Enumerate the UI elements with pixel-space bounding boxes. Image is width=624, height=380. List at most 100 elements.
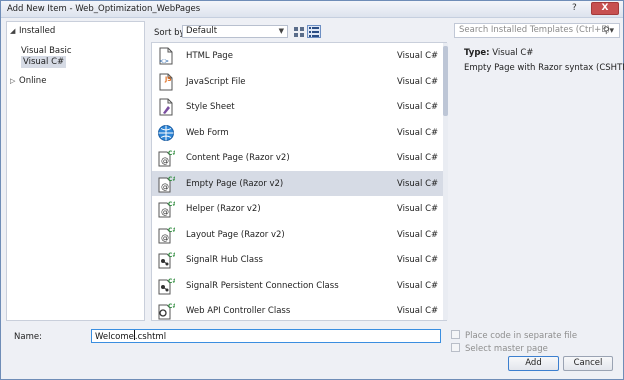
web-api-icon: C#	[157, 302, 177, 320]
templates-scrollbar[interactable]	[443, 43, 448, 320]
tree-node-visual-csharp-label: Visual C#	[23, 57, 65, 67]
template-language: Visual C#	[397, 255, 439, 265]
razor-page-icon: @C#	[157, 149, 177, 167]
add-new-item-dialog: Add New Item - Web_Optimization_WebPages…	[0, 0, 624, 380]
razor-page-icon: @C#	[157, 175, 177, 193]
template-language: Visual C#	[397, 280, 439, 291]
name-input[interactable]: Welcome.cshtml	[91, 329, 441, 343]
template-item[interactable]: <> HTML Page Visual C#	[152, 43, 443, 69]
svg-text:@: @	[161, 233, 169, 242]
template-name: JavaScript File	[186, 76, 246, 87]
place-code-separate-label: Place code in separate file	[465, 331, 578, 341]
template-item[interactable]: @C# Layout Page (Razor v2) Visual C#	[152, 222, 443, 248]
tree-node-installed[interactable]: ◢ Installed	[10, 25, 55, 37]
expanded-arrow-icon[interactable]: ◢	[10, 25, 19, 37]
template-item[interactable]: C# Web API Controller Class Visual C#	[152, 298, 443, 320]
cancel-button[interactable]: Cancel	[563, 356, 613, 371]
template-name: SignalR Persistent Connection Class	[186, 280, 339, 291]
svg-text:JS: JS	[164, 76, 172, 83]
templates-list: <> HTML Page Visual C# JS JavaScript File Vis…	[151, 42, 447, 321]
name-label: Name:	[14, 332, 42, 342]
template-description: Empty Page with Razor syntax (CSHTML)	[464, 63, 624, 73]
template-item[interactable]: C# SignalR Hub Class Visual C#	[152, 247, 443, 273]
template-type: Type: Visual C#	[464, 48, 533, 58]
template-item[interactable]: Web Form Visual C#	[152, 120, 443, 146]
signalr-icon: C#	[157, 277, 177, 295]
template-language: Visual C#	[397, 306, 439, 316]
sort-by-value: Default	[186, 26, 218, 36]
template-type-label: Type:	[464, 48, 490, 58]
svg-text:C#: C#	[168, 252, 175, 259]
svg-text:C#: C#	[168, 278, 175, 285]
template-language: Visual C#	[397, 127, 439, 138]
svg-text:@: @	[161, 182, 169, 191]
javascript-file-icon: JS	[157, 73, 175, 91]
grid-view-icon	[294, 26, 304, 37]
dialog-title: Add New Item - Web_Optimization_WebPages	[7, 4, 201, 14]
search-templates-box[interactable]: Search Installed Templates (Ctrl+E) ⚲▾	[454, 23, 620, 38]
tree-node-visual-csharp[interactable]: Visual C#	[21, 56, 67, 68]
template-name: Empty Page (Razor v2)	[186, 178, 284, 189]
close-button[interactable]: X	[591, 2, 619, 15]
list-view-icon	[309, 26, 319, 37]
svg-text:@: @	[161, 156, 169, 165]
svg-text:@: @	[161, 207, 169, 216]
template-language: Visual C#	[397, 153, 439, 163]
tree-node-installed-label: Installed	[19, 26, 56, 36]
svg-text:C#: C#	[168, 150, 175, 157]
add-button[interactable]: Add	[508, 356, 559, 371]
checkbox-unchecked-icon[interactable]	[451, 330, 460, 339]
collapsed-arrow-icon[interactable]: ▷	[10, 75, 19, 87]
tree-node-online[interactable]: ▷ Online	[10, 75, 46, 87]
scrollbar-thumb[interactable]	[443, 46, 448, 116]
template-item[interactable]: JS JavaScript File Visual C#	[152, 69, 443, 95]
search-icon[interactable]: ⚲▾	[603, 25, 614, 38]
medium-icons-view-button[interactable]	[292, 25, 306, 38]
template-name: Style Sheet	[186, 102, 235, 112]
tree-node-online-label: Online	[19, 76, 47, 86]
template-name: Web Form	[186, 127, 229, 138]
template-language: Visual C#	[397, 178, 439, 189]
template-name: Helper (Razor v2)	[186, 204, 261, 214]
template-item[interactable]: @C# Empty Page (Razor v2) Visual C#	[152, 170, 443, 196]
template-name: HTML Page	[186, 51, 233, 61]
template-item[interactable]: C# SignalR Persistent Connection Class Vis…	[152, 273, 443, 299]
razor-page-icon: @C#	[157, 226, 177, 244]
chevron-down-icon: ▼	[278, 27, 284, 35]
title-bar: Add New Item - Web_Optimization_WebPages…	[1, 1, 623, 18]
template-details-pane: Type: Visual C# Empty Page with Razor sy…	[454, 42, 624, 321]
svg-text:<>: <>	[159, 58, 169, 65]
razor-page-icon: @C#	[157, 200, 177, 218]
template-item[interactable]: Style Sheet Visual C#	[152, 94, 443, 120]
svg-text:C#: C#	[168, 201, 175, 208]
template-name: Content Page (Razor v2)	[186, 153, 290, 163]
template-language: Visual C#	[397, 229, 439, 240]
svg-text:C#: C#	[168, 227, 175, 234]
checkbox-unchecked-icon[interactable]	[451, 343, 460, 352]
web-form-icon	[157, 124, 175, 142]
name-input-text-start: Welcome	[95, 332, 134, 342]
template-item[interactable]: @C# Content Page (Razor v2) Visual C#	[152, 145, 443, 171]
name-input-text-end: .cshtml	[134, 332, 167, 342]
sort-by-dropdown[interactable]: Default ▼	[182, 25, 288, 38]
signalr-icon: C#	[157, 251, 177, 269]
search-input[interactable]: Search Installed Templates (Ctrl+E)	[459, 25, 610, 35]
template-name: Web API Controller Class	[186, 306, 291, 316]
select-master-page-checkbox[interactable]: Select master page	[451, 343, 548, 354]
template-language: Visual C#	[397, 102, 439, 112]
html-page-icon: <>	[157, 47, 175, 65]
style-sheet-icon	[157, 98, 175, 116]
template-language: Visual C#	[397, 204, 439, 214]
svg-text:C#: C#	[168, 303, 175, 310]
place-code-separate-checkbox[interactable]: Place code in separate file	[451, 330, 577, 341]
template-language: Visual C#	[397, 76, 439, 87]
template-item[interactable]: @C# Helper (Razor v2) Visual C#	[152, 196, 443, 222]
template-name: SignalR Hub Class	[186, 255, 263, 265]
svg-text:C#: C#	[168, 176, 175, 183]
select-master-page-label: Select master page	[465, 344, 548, 354]
template-name: Layout Page (Razor v2)	[186, 229, 285, 240]
small-icons-view-button[interactable]	[307, 25, 321, 38]
template-type-value: Visual C#	[492, 48, 534, 58]
help-button[interactable]: ?	[572, 3, 577, 13]
tree-node-visual-basic-label: Visual Basic	[21, 46, 72, 56]
